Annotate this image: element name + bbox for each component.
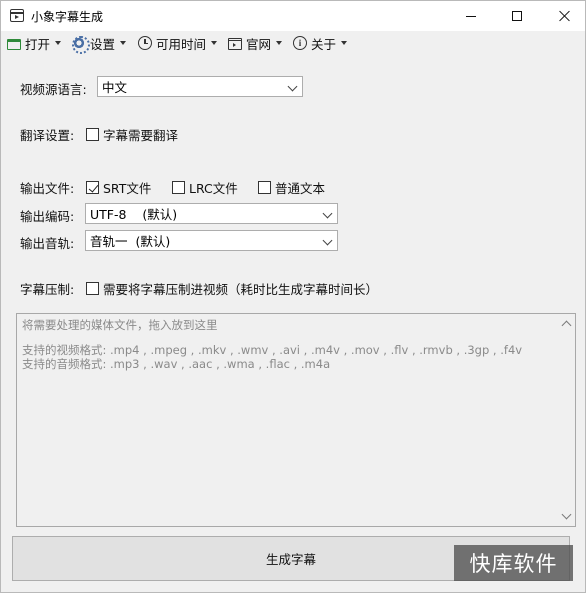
burn-in-checkbox[interactable]: 需要将字幕压制进视频（耗时比生成字幕时间长）	[86, 279, 378, 298]
menu-available-time-label: 可用时间	[156, 36, 207, 52]
menu-open[interactable]: 打开	[7, 34, 62, 52]
maximize-button[interactable]	[494, 1, 540, 31]
burn-in-label: 字幕压制:	[20, 282, 75, 297]
menu-settings[interactable]: 设置	[72, 34, 127, 54]
srt-checkbox-box[interactable]	[86, 181, 99, 194]
translate-checkbox-label: 字幕需要翻译	[103, 128, 179, 143]
output-lrc-checkbox[interactable]: LRC文件	[172, 178, 238, 197]
drop-zone-scrollbar[interactable]	[558, 314, 575, 526]
menu-bar: 打开 设置 可用时间 官网 i 关于	[1, 31, 585, 55]
text-checkbox-label: 普通文本	[275, 181, 326, 196]
chevron-down-icon	[211, 41, 218, 45]
source-language-select[interactable]: 中文	[97, 76, 303, 97]
info-icon: i	[293, 36, 307, 50]
web-icon	[228, 37, 242, 50]
menu-settings-label: 设置	[90, 36, 116, 52]
scroll-down-icon[interactable]	[561, 509, 572, 520]
audio-formats-text: 支持的音频格式: .mp3 , .wav , .aac , .wma , .fl…	[22, 357, 331, 371]
minimize-icon	[466, 15, 476, 17]
close-button[interactable]	[541, 1, 585, 31]
burn-in-checkbox-box[interactable]	[86, 282, 99, 295]
menu-available-time[interactable]: 可用时间	[138, 34, 218, 52]
chevron-down-icon	[322, 208, 333, 219]
lrc-checkbox-box[interactable]	[172, 181, 185, 194]
maximize-icon	[512, 11, 522, 21]
output-encoding-label: 输出编码:	[20, 209, 75, 224]
translate-checkbox[interactable]: 字幕需要翻译	[86, 125, 178, 144]
text-checkbox-box[interactable]	[258, 181, 271, 194]
menu-about[interactable]: i 关于	[293, 34, 348, 52]
close-icon	[558, 10, 570, 22]
watermark: 快库软件	[454, 545, 573, 581]
chevron-down-icon	[120, 41, 127, 45]
title-bar[interactable]: 小象字幕生成	[1, 1, 585, 31]
output-file-label: 输出文件:	[20, 181, 75, 196]
drop-hint: 将需要处理的媒体文件，拖入放到这里	[22, 318, 218, 332]
output-audio-label: 输出音轨:	[20, 236, 75, 251]
srt-checkbox-label: SRT文件	[103, 181, 152, 196]
clock-icon	[138, 36, 152, 50]
output-encoding-value: UTF-8 (默认)	[90, 207, 178, 222]
chevron-down-icon	[55, 41, 62, 45]
window-title: 小象字幕生成	[31, 10, 104, 24]
chevron-down-icon	[322, 235, 333, 246]
minimize-button[interactable]	[448, 1, 494, 31]
lrc-checkbox-label: LRC文件	[189, 181, 238, 196]
chevron-down-icon	[341, 41, 348, 45]
media-drop-zone[interactable]: 将需要处理的媒体文件，拖入放到这里 支持的视频格式: .mp4 , .mpeg …	[16, 313, 576, 527]
output-srt-checkbox[interactable]: SRT文件	[86, 178, 151, 197]
menu-website[interactable]: 官网	[228, 34, 283, 52]
menu-open-label: 打开	[25, 36, 51, 52]
translate-checkbox-box[interactable]	[86, 128, 99, 141]
source-language-label: 视频源语言:	[20, 82, 87, 97]
source-language-value: 中文	[102, 80, 128, 95]
translate-settings-label: 翻译设置:	[20, 128, 75, 143]
folder-icon	[7, 38, 21, 50]
output-audio-value: 音轨一 (默认)	[90, 234, 171, 249]
output-encoding-select[interactable]: UTF-8 (默认)	[85, 203, 338, 224]
app-window: 小象字幕生成 打开 设置 可用时间 官网 i 关于 视频源语言: 中文 翻译设置…	[0, 0, 586, 593]
menu-website-label: 官网	[246, 36, 272, 52]
gear-icon	[72, 36, 90, 54]
output-audio-select[interactable]: 音轨一 (默认)	[85, 230, 338, 251]
burn-in-checkbox-label: 需要将字幕压制进视频（耗时比生成字幕时间长）	[103, 282, 379, 297]
menu-about-label: 关于	[311, 36, 337, 52]
output-text-checkbox[interactable]: 普通文本	[258, 178, 325, 197]
scroll-up-icon[interactable]	[561, 320, 572, 331]
chevron-down-icon	[276, 41, 283, 45]
chevron-down-icon	[287, 81, 298, 92]
app-logo-icon	[10, 9, 24, 22]
